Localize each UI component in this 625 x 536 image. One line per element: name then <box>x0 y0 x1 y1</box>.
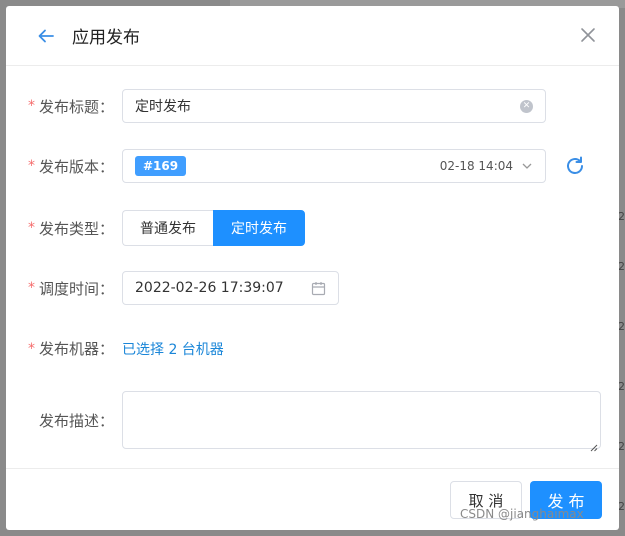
type-option-normal[interactable]: 普通发布 <box>122 210 213 246</box>
resize-handle-icon[interactable] <box>589 437 598 452</box>
version-tag: #169 <box>135 156 187 176</box>
form-row-machines: * 发布机器： 已选择 2 台机器 <box>6 338 619 359</box>
version-date: 02-18 14:04 <box>439 159 513 173</box>
background-cell: 2 <box>618 380 625 393</box>
required-mark: * <box>27 220 35 236</box>
description-textarea[interactable] <box>122 391 601 452</box>
title-input[interactable]: 定时发布 ✕ <box>122 89 546 123</box>
chevron-down-icon <box>521 160 533 172</box>
type-label: 发布类型： <box>38 219 114 238</box>
background-right-column: 2 2 2 2 2 2 <box>618 60 625 530</box>
calendar-icon <box>311 281 326 296</box>
background-cell: 2 <box>618 320 625 333</box>
clear-icon[interactable]: ✕ <box>520 99 533 113</box>
version-select[interactable]: #169 02-18 14:04 <box>122 149 546 183</box>
arrow-left-icon[interactable] <box>36 26 56 46</box>
schedule-date-input[interactable]: 2022-02-26 17:39:07 <box>122 271 339 305</box>
schedule-value: 2022-02-26 17:39:07 <box>135 280 284 296</box>
title-label: 发布标题： <box>38 97 114 116</box>
schedule-label: 调度时间： <box>38 279 114 298</box>
select-machines-link[interactable]: 已选择 2 台机器 <box>122 339 224 359</box>
required-mark: * <box>27 280 35 296</box>
publish-dialog: 应用发布 * 发布标题： 定时发布 ✕ * 发布版本： #169 02-18 14:… <box>6 6 619 530</box>
dialog-title: 应用发布 <box>72 28 140 48</box>
required-mark: * <box>27 158 35 174</box>
version-label: 发布版本： <box>38 157 114 176</box>
form-row-version: * 发布版本： #169 02-18 14:04 <box>6 149 619 183</box>
close-icon[interactable] <box>579 26 597 44</box>
background-cell: 2 <box>618 440 625 453</box>
watermark: CSDN @jianghaimax <box>460 507 584 521</box>
form-row-description: 发布描述： <box>6 391 619 452</box>
form-row-title: * 发布标题： 定时发布 ✕ <box>6 89 619 123</box>
description-label: 发布描述： <box>38 411 114 430</box>
form-row-schedule: * 调度时间： 2022-02-26 17:39:07 <box>6 271 619 305</box>
dialog-header: 应用发布 <box>6 6 619 66</box>
required-mark: * <box>27 340 35 357</box>
background-cell: 2 <box>618 210 625 223</box>
required-mark: * <box>27 98 35 114</box>
type-option-scheduled[interactable]: 定时发布 <box>213 210 305 246</box>
background-cell: 2 <box>618 500 625 513</box>
title-input-value: 定时发布 <box>135 99 191 115</box>
background-cell: 2 <box>618 260 625 273</box>
form-row-type: * 发布类型： 普通发布 定时发布 <box>6 210 619 246</box>
refresh-icon[interactable] <box>564 155 586 177</box>
publish-type-group: 普通发布 定时发布 <box>122 210 305 246</box>
machines-label: 发布机器： <box>38 340 114 358</box>
